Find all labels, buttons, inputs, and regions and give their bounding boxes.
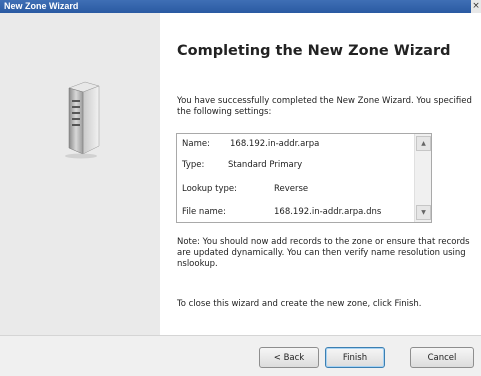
setting-label: Type: — [182, 160, 205, 170]
page-title: Completing the New Zone Wizard — [177, 43, 451, 59]
window-title: New Zone Wizard — [4, 1, 79, 11]
setting-label: File name: — [182, 207, 226, 217]
title-bar: New Zone Wizard × — [0, 0, 481, 13]
wizard-sidebar — [0, 13, 160, 335]
back-button[interactable]: < Back — [259, 347, 319, 368]
close-instruction-text: To close this wizard and create the new … — [177, 299, 422, 309]
settings-summary-box[interactable]: Name: 168.192.in-addr.arpa Type: Standar… — [176, 133, 432, 223]
scroll-up-button[interactable]: ▲ — [416, 136, 431, 151]
cancel-button[interactable]: Cancel — [410, 347, 474, 368]
setting-value: 168.192.in-addr.arpa.dns — [274, 207, 382, 217]
button-bar — [0, 335, 481, 376]
setting-value: 168.192.in-addr.arpa — [230, 139, 320, 149]
server-icon — [65, 81, 100, 159]
scroll-down-button[interactable]: ▼ — [416, 205, 431, 220]
intro-text: You have successfully completed the New … — [177, 96, 472, 117]
setting-label: Name: — [182, 139, 210, 149]
close-button[interactable]: × — [471, 0, 481, 13]
finish-button[interactable]: Finish — [325, 347, 385, 368]
vertical-scrollbar[interactable]: ▲ ▼ — [414, 134, 431, 222]
setting-value: Reverse — [274, 184, 309, 194]
setting-value: Standard Primary — [228, 160, 303, 170]
setting-label: Lookup type: — [182, 184, 237, 194]
note-text: Note: You should now add records to the … — [177, 237, 470, 269]
